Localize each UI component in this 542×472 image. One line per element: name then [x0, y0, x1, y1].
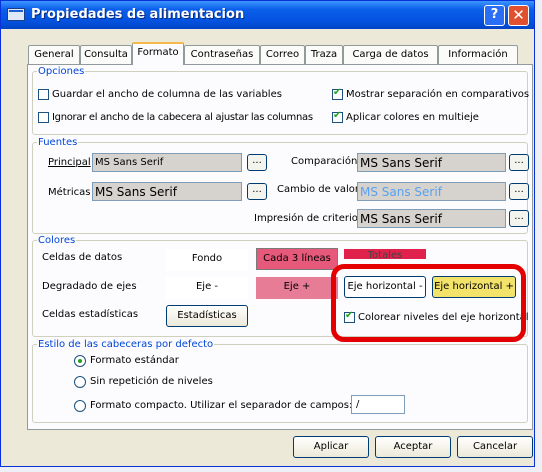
cambio-valor-browse-button[interactable]: ...: [509, 183, 529, 200]
principal-font-value: MS Sans Serif: [95, 157, 164, 168]
cancelar-button[interactable]: Cancelar: [457, 436, 533, 458]
impresion-browse-button[interactable]: ...: [509, 210, 529, 227]
celdas-datos-label: Celdas de datos: [42, 252, 123, 263]
cambio-valor-font-value: MS Sans Serif: [360, 185, 442, 199]
tab-panel-formato: Opciones Guardar el ancho de columna de …: [27, 64, 533, 430]
estadisticas-button[interactable]: Estadísticas: [166, 305, 248, 327]
mostrar-sep-label[interactable]: Mostrar separación en comparativos: [346, 89, 529, 100]
tab-informacion[interactable]: Información: [438, 45, 518, 64]
metricas-browse-button[interactable]: ...: [247, 183, 267, 200]
aplicar-colores-label[interactable]: Aplicar colores en multieje: [346, 112, 479, 123]
title-bar[interactable]: Propiedades de alimentacion ? ✕: [1, 1, 534, 29]
comparacion-font-value: MS Sans Serif: [360, 156, 442, 170]
impresion-font-field[interactable]: MS Sans Serif: [357, 209, 506, 228]
window-icon: [7, 8, 25, 21]
tab-general[interactable]: General: [28, 45, 80, 64]
tab-consulta[interactable]: Consulta: [80, 45, 132, 64]
close-icon: ✕: [512, 6, 525, 24]
separator-input[interactable]: /: [351, 395, 405, 414]
window-title: Propiedades de alimentacion: [31, 7, 245, 22]
estilo-cabeceras-legend: Estilo de las cabeceras por defecto: [38, 339, 214, 350]
highlight-annotation: [331, 264, 526, 342]
metricas-font-field[interactable]: MS Sans Serif: [92, 182, 242, 201]
impresion-font-value: MS Sans Serif: [360, 212, 442, 226]
guardar-ancho-checkbox[interactable]: [38, 89, 49, 100]
metricas-font-value: MS Sans Serif: [95, 185, 177, 199]
cambio-valor-label: Cambio de valor: [277, 184, 360, 195]
celdas-estadisticas-label: Celdas estadísticas: [42, 309, 139, 320]
comparacion-label: Comparación: [291, 156, 358, 167]
eje-minus-color-button[interactable]: Eje -: [166, 277, 248, 299]
ignorar-ancho-label[interactable]: Ignorar el ancho de la cabecera al ajust…: [52, 112, 313, 123]
formato-compacto-label[interactable]: Formato compacto. Utilizar el separador …: [90, 400, 352, 411]
guardar-ancho-label[interactable]: Guardar el ancho de columna de las varia…: [52, 89, 282, 100]
comparacion-font-field[interactable]: MS Sans Serif: [357, 153, 506, 172]
close-button[interactable]: ✕: [508, 5, 529, 26]
totales-color-button[interactable]: Totales: [344, 249, 426, 259]
ignorar-ancho-checkbox[interactable]: [38, 112, 49, 123]
principal-label: Principal: [48, 157, 91, 168]
tab-carga-de-datos[interactable]: Carga de datos: [343, 45, 438, 64]
tab-traza[interactable]: Traza: [305, 45, 343, 64]
degradado-ejes-label: Degradado de ejes: [42, 281, 137, 292]
separator-value: /: [356, 399, 360, 410]
tab-formato[interactable]: Formato: [132, 42, 184, 65]
aceptar-button[interactable]: Aceptar: [375, 436, 451, 458]
formato-compacto-radio[interactable]: [74, 400, 86, 412]
eje-plus-color-button[interactable]: Eje +: [256, 277, 338, 299]
fondo-color-button[interactable]: Fondo: [166, 249, 248, 271]
aplicar-button[interactable]: Aplicar: [293, 436, 369, 458]
tab-correo[interactable]: Correo: [260, 45, 305, 64]
properties-dialog: Propiedades de alimentacion ? ✕ General …: [0, 0, 535, 467]
opciones-group: Opciones: [32, 66, 528, 135]
tab-contrasenas[interactable]: Contraseñas: [184, 45, 260, 64]
cada-3-lineas-color-button[interactable]: Cada 3 líneas: [256, 248, 338, 270]
help-button[interactable]: ?: [484, 5, 505, 26]
mostrar-sep-checkbox[interactable]: [332, 87, 343, 100]
aplicar-colores-checkbox[interactable]: [332, 110, 343, 123]
comparacion-browse-button[interactable]: ...: [509, 154, 529, 171]
fuentes-legend: Fuentes: [38, 137, 78, 148]
metricas-label: Métricas: [48, 187, 91, 198]
cambio-valor-font-field[interactable]: MS Sans Serif: [357, 182, 506, 201]
colores-legend: Colores: [38, 235, 76, 246]
formato-estandar-label[interactable]: Formato estándar: [90, 355, 179, 366]
impresion-label: Impresión de criterios: [254, 213, 364, 224]
principal-browse-button[interactable]: ...: [247, 154, 267, 171]
formato-estandar-radio[interactable]: [74, 355, 86, 367]
principal-font-field[interactable]: MS Sans Serif: [92, 153, 242, 172]
sin-repeticion-label[interactable]: Sin repetición de niveles: [90, 376, 213, 387]
opciones-legend: Opciones: [38, 66, 85, 77]
sin-repeticion-radio[interactable]: [74, 376, 86, 388]
